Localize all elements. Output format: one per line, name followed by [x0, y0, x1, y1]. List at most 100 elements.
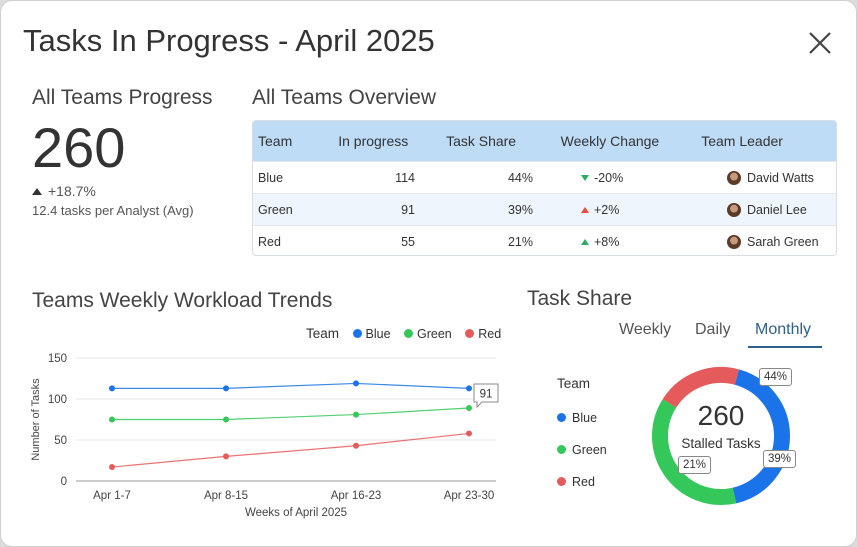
data-point[interactable]: [353, 442, 359, 449]
series-line-green[interactable]: [112, 407, 470, 421]
cell-in-progress: 55: [401, 234, 415, 249]
data-point[interactable]: [466, 405, 472, 412]
avatar: [727, 202, 741, 217]
tab-weekly[interactable]: Weekly: [619, 321, 671, 339]
tab-daily[interactable]: Daily: [695, 321, 731, 339]
progress-change: +18.7%: [32, 183, 96, 199]
slice-label-blue: 44%: [759, 368, 793, 386]
progress-avg: 12.4 tasks per Analyst (Avg): [32, 203, 194, 218]
cell-change: +8%: [533, 235, 683, 249]
data-point[interactable]: [109, 464, 115, 471]
trends-heading: Teams Weekly Workload Trends: [32, 289, 333, 312]
green-dot-icon: [404, 329, 414, 338]
legend-label: Blue: [572, 411, 598, 425]
cell-leader: Daniel Lee: [683, 202, 823, 217]
data-point[interactable]: [223, 453, 229, 460]
cell-leader: David Watts: [683, 170, 823, 185]
pie-legend-item-blue[interactable]: Blue: [557, 411, 597, 425]
cell-in-progress: 114: [395, 170, 415, 185]
data-point[interactable]: [109, 385, 115, 392]
column-header[interactable]: Weekly Change: [561, 133, 702, 149]
change-value: +2%: [594, 202, 620, 217]
data-point[interactable]: [353, 411, 359, 418]
legend-label: Red: [572, 475, 595, 489]
cell-team: Blue: [258, 170, 284, 185]
y-tick-label: 50: [54, 435, 67, 447]
legend-title: Team: [306, 326, 340, 341]
tooltip-value: 91: [480, 389, 493, 401]
blue-dot-icon: [352, 329, 362, 338]
x-axis-label: Weeks of April 2025: [245, 507, 347, 519]
cell-team: Red: [258, 234, 281, 249]
green-dot-icon: [557, 445, 566, 454]
column-header[interactable]: Task Share: [446, 133, 561, 149]
pie-legend-item-green[interactable]: Green: [557, 443, 607, 457]
y-tick-label: 100: [48, 394, 67, 406]
cell-share: 39%: [507, 202, 533, 217]
avatar: [727, 234, 741, 249]
series-line-red[interactable]: [111, 432, 470, 468]
x-tick-label: Apr 16-23: [331, 490, 382, 502]
data-point[interactable]: [223, 385, 229, 392]
legend-label: Green: [417, 327, 452, 341]
data-point[interactable]: [109, 416, 115, 423]
progress-change-value: +18.7%: [48, 183, 96, 199]
up-triangle-icon: [581, 238, 589, 245]
data-point[interactable]: [466, 430, 472, 437]
leader-name: David Watts: [747, 170, 814, 185]
table-row[interactable]: Blue 114 44% -20% David Watts: [253, 161, 836, 193]
y-axis-label: Number of Tasks: [30, 378, 42, 461]
cell-team: Green: [258, 202, 293, 217]
pie-legend-title: Team: [557, 376, 591, 391]
line-chart[interactable]: 0 50 100 150 Apr 1-7 Apr 8-15 Apr 16-23 Apr 23-…: [21, 346, 501, 526]
dialog-card: Tasks In Progress - April 2025 All Teams…: [0, 0, 857, 547]
up-triangle-icon: [32, 188, 42, 195]
cell-leader: Sarah Green: [683, 234, 823, 249]
legend-label: Red: [478, 327, 502, 341]
dialog-title: Tasks In Progress - April 2025: [23, 23, 435, 58]
x-tick-label: Apr 8-15: [204, 490, 248, 502]
down-triangle-icon: [581, 174, 589, 181]
change-value: -20%: [594, 170, 624, 185]
data-point[interactable]: [353, 380, 359, 387]
cell-change: -20%: [533, 171, 683, 185]
tab-monthly[interactable]: Monthly: [755, 321, 811, 339]
y-tick-label: 150: [48, 353, 67, 365]
leader-name: Sarah Green: [747, 234, 819, 249]
legend-item-blue[interactable]: Blue: [352, 327, 391, 341]
x-tick-label: Apr 1-7: [93, 490, 131, 502]
table-row[interactable]: Red 55 21% +8% Sarah Green: [253, 225, 836, 255]
progress-heading: All Teams Progress: [32, 86, 213, 109]
table-row[interactable]: Green 91 39% +2% Daniel Lee: [253, 193, 836, 225]
data-point[interactable]: [466, 385, 472, 392]
legend-label: Green: [572, 443, 607, 457]
close-icon[interactable]: [804, 27, 836, 59]
column-header[interactable]: Team Leader: [701, 133, 836, 149]
progress-total: 260: [32, 116, 126, 179]
data-point[interactable]: [223, 416, 229, 423]
cell-in-progress: 91: [401, 202, 415, 217]
tab-active-indicator: [748, 346, 822, 348]
pie-legend-item-red[interactable]: Red: [557, 475, 595, 489]
trends-legend: Team Blue Green Red: [306, 326, 501, 341]
change-value: +8%: [594, 234, 620, 249]
leader-name: Daniel Lee: [747, 202, 807, 217]
up-triangle-icon: [581, 206, 589, 213]
legend-item-red[interactable]: Red: [465, 327, 501, 341]
cell-change: +2%: [533, 203, 683, 217]
legend-item-green[interactable]: Green: [404, 327, 452, 341]
overview-heading: All Teams Overview: [252, 86, 436, 109]
cell-share: 21%: [507, 234, 533, 249]
slice-label-red: 21%: [678, 456, 712, 474]
cell-share: 44%: [507, 170, 533, 185]
x-tick-label: Apr 23-30: [444, 490, 495, 502]
blue-dot-icon: [557, 413, 566, 422]
avatar: [727, 170, 741, 185]
series-line-blue[interactable]: [112, 382, 470, 389]
share-heading: Task Share: [527, 287, 633, 310]
column-header[interactable]: In progress: [330, 133, 446, 149]
column-header[interactable]: Team: [253, 133, 330, 149]
slice-label-green: 39%: [763, 450, 797, 468]
legend-label: Blue: [365, 327, 391, 341]
red-dot-icon: [557, 477, 566, 486]
